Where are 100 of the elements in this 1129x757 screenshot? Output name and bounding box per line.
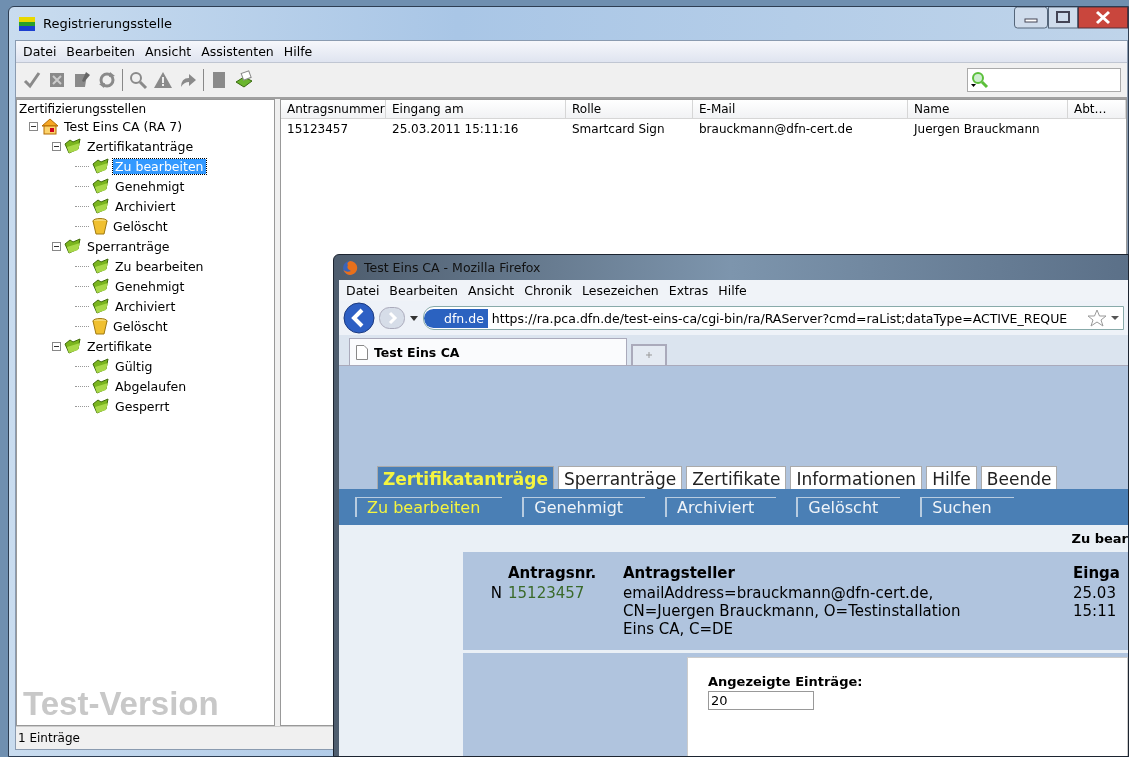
column-header: Antragsteller bbox=[623, 564, 736, 582]
date-text: 15:11 bbox=[1073, 602, 1118, 620]
column-header[interactable]: Abt… bbox=[1068, 100, 1126, 119]
url-text: https://ra.pca.dfn.de/test-eins-ca/cgi-bin/ra/RAServer?cmd=raList;dataType=ACTIVE_REQUE bbox=[490, 310, 1069, 326]
tree-item[interactable]: Zu bearbeiten bbox=[113, 258, 206, 274]
folder-icon bbox=[64, 338, 82, 354]
check-icon[interactable] bbox=[22, 70, 42, 90]
collapse-icon[interactable] bbox=[52, 241, 61, 251]
minimize-button[interactable] bbox=[1014, 7, 1048, 29]
tree-item[interactable]: Gelöscht bbox=[111, 218, 170, 234]
tree-header: Zertifizierungsstellen bbox=[19, 102, 148, 116]
applicant-text: CN=Juergen Brauckmann, O=Testinstallation bbox=[623, 602, 962, 620]
section-heading: Zu bear bbox=[1071, 531, 1128, 546]
nav-tab[interactable]: Hilfe bbox=[926, 466, 977, 489]
column-header[interactable]: Antragsnummer bbox=[281, 100, 386, 119]
folder-icon bbox=[92, 298, 110, 314]
nav-tab[interactable]: Zertifikate bbox=[686, 466, 787, 489]
menu-item[interactable]: Assistenten bbox=[196, 44, 279, 59]
tree-item[interactable]: Archiviert bbox=[113, 298, 178, 314]
folder-icon bbox=[92, 198, 110, 214]
column-header: Einga bbox=[1073, 564, 1121, 582]
tree-item[interactable]: Genehmigt bbox=[113, 278, 187, 294]
tree-item[interactable]: Sperranträge bbox=[85, 238, 172, 254]
menu-item[interactable]: Datei bbox=[341, 283, 385, 298]
menu-item[interactable]: Datei bbox=[18, 44, 62, 59]
request-link[interactable]: 15123457 bbox=[508, 584, 623, 638]
sub-tab[interactable]: Genehmigt bbox=[522, 497, 646, 517]
collapse-icon[interactable] bbox=[29, 121, 38, 131]
page-icon bbox=[356, 344, 368, 360]
table-cell-text: Smartcard Sign bbox=[571, 121, 666, 138]
dropdown-arrow-icon[interactable] bbox=[409, 313, 419, 323]
folder-icon bbox=[92, 158, 110, 174]
table-cell-text: brauckmann@dfn-cert.de bbox=[698, 121, 854, 138]
site-badge[interactable]: dfn.de bbox=[424, 308, 488, 328]
table-cell-text: Juergen Brauckmann bbox=[912, 121, 1041, 138]
column-header[interactable]: E-Mail bbox=[693, 100, 908, 119]
search-icon bbox=[970, 71, 990, 89]
menu-item[interactable]: Hilfe bbox=[278, 44, 318, 59]
warning-icon[interactable] bbox=[153, 70, 173, 90]
menu-item[interactable]: Chronik bbox=[519, 283, 577, 298]
maximize-button[interactable] bbox=[1048, 7, 1078, 29]
menu-item[interactable]: Hilfe bbox=[713, 283, 752, 298]
sub-tab[interactable]: Gelöscht bbox=[796, 497, 901, 517]
menu-item[interactable]: Ansicht bbox=[463, 283, 520, 298]
bucket-icon bbox=[92, 217, 108, 235]
menu-item[interactable]: Ansicht bbox=[140, 44, 197, 59]
column-header[interactable]: Rolle bbox=[566, 100, 693, 119]
menu-item[interactable]: Bearbeiten bbox=[384, 283, 464, 298]
tree-item[interactable]: Genehmigt bbox=[113, 178, 187, 194]
address-bar[interactable]: dfn.de https://ra.pca.dfn.de/test-eins-ca/cgi-bin/ra/RAServer?cmd=raList;dataType=ACTIVE_REQUE bbox=[423, 306, 1124, 330]
tree-item[interactable]: Zertifikatanträge bbox=[85, 138, 196, 154]
browser-tab[interactable]: Test Eins CA bbox=[349, 338, 627, 365]
search-icon[interactable] bbox=[128, 70, 148, 90]
back-button[interactable] bbox=[343, 302, 375, 334]
folder-icon bbox=[64, 238, 82, 254]
refresh-icon[interactable] bbox=[97, 70, 117, 90]
tree-item[interactable]: Archiviert bbox=[113, 198, 178, 214]
tree-item[interactable]: Gesperrt bbox=[113, 398, 172, 414]
tree-item[interactable]: Gelöscht bbox=[111, 318, 170, 334]
note-icon[interactable] bbox=[72, 70, 92, 90]
sub-tab[interactable]: Suchen bbox=[920, 497, 1014, 517]
nav-tab[interactable]: Beende bbox=[980, 466, 1058, 489]
date-text: 25.03 bbox=[1073, 584, 1117, 602]
tree-item[interactable]: Abgelaufen bbox=[113, 378, 189, 394]
window-title: Test Eins CA - Mozilla Firefox bbox=[364, 260, 541, 275]
star-icon[interactable] bbox=[1087, 309, 1107, 327]
menu-item[interactable]: Bearbeiten bbox=[61, 44, 141, 59]
folder-icon bbox=[92, 378, 110, 394]
app-logo-icon bbox=[19, 16, 35, 31]
tree-item[interactable]: Zertifikate bbox=[85, 338, 154, 354]
collapse-icon[interactable] bbox=[52, 341, 61, 351]
browser-logo-icon bbox=[342, 259, 358, 276]
nav-tab[interactable]: Informationen bbox=[790, 466, 923, 489]
folder-icon bbox=[92, 398, 110, 414]
sub-tab[interactable]: Archiviert bbox=[665, 497, 777, 517]
nav-tab[interactable]: Sperranträge bbox=[557, 466, 683, 489]
field-label: Angezeigte Einträge: bbox=[708, 674, 864, 689]
nav-tab[interactable]: Zertifikatanträge bbox=[377, 466, 554, 489]
bucket-icon bbox=[92, 317, 108, 335]
search-field[interactable] bbox=[967, 68, 1121, 92]
entries-input[interactable]: 20 bbox=[708, 691, 814, 710]
menu-item[interactable]: Extras bbox=[663, 283, 714, 298]
tree-item[interactable]: Test Eins CA (RA 7) bbox=[62, 118, 185, 134]
column-header[interactable]: Name bbox=[908, 100, 1068, 119]
flag-text: N bbox=[489, 584, 503, 604]
table-cell-text: 15123457 bbox=[286, 121, 350, 138]
window-title: Registrierungsstelle bbox=[43, 16, 173, 31]
house-icon bbox=[41, 117, 59, 135]
close-button[interactable] bbox=[1078, 7, 1128, 29]
menu-item[interactable]: Lesezeichen bbox=[577, 283, 664, 298]
folder-icon bbox=[92, 178, 110, 194]
folder-icon bbox=[92, 258, 110, 274]
folder-icon bbox=[92, 358, 110, 374]
tree-item[interactable]: Gültig bbox=[113, 358, 155, 374]
folder-icon bbox=[64, 138, 82, 154]
sub-tab[interactable]: Zu bearbeiten bbox=[355, 497, 503, 517]
table-cell-text: 25.03.2011 15:11:16 bbox=[391, 121, 520, 138]
collapse-icon[interactable] bbox=[52, 141, 61, 151]
column-header[interactable]: Eingang am bbox=[386, 100, 566, 119]
cross-box-icon[interactable] bbox=[47, 70, 67, 90]
